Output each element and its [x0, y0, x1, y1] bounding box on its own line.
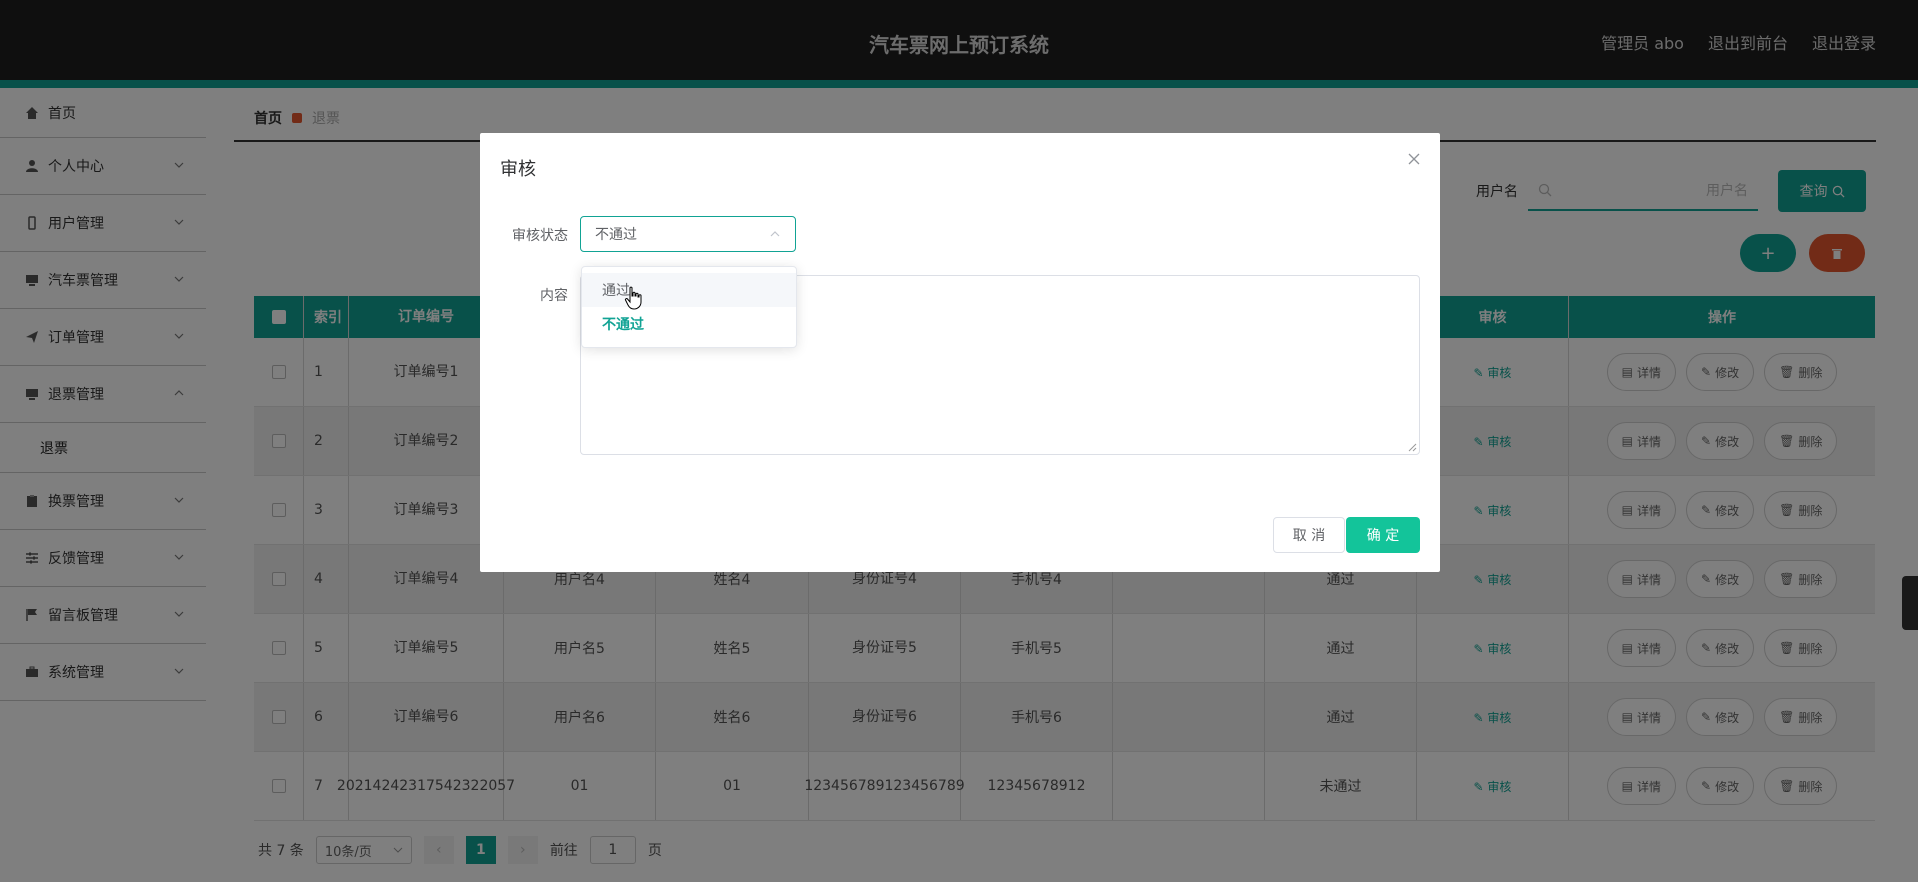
status-select[interactable]: 不通过 [580, 216, 796, 252]
cancel-button[interactable]: 取 消 [1273, 517, 1345, 553]
status-option-fail[interactable]: 不通过 [582, 307, 796, 341]
status-dropdown: 通过 不通过 [581, 266, 797, 348]
confirm-button[interactable]: 确 定 [1346, 517, 1420, 553]
close-icon[interactable] [1406, 151, 1422, 167]
audit-dialog: 审核 审核状态 不通过 内容 通过 不通过 取 消 确 定 [480, 133, 1440, 572]
chevron-up-icon [770, 231, 780, 237]
status-select-value: 不通过 [595, 227, 637, 243]
content-label: 内容 [540, 288, 568, 304]
status-option-pass[interactable]: 通过 [582, 273, 796, 307]
status-label: 审核状态 [512, 228, 568, 244]
dialog-title: 审核 [500, 159, 536, 180]
resize-handle-icon[interactable] [1407, 442, 1417, 452]
hand-cursor-icon [624, 286, 642, 310]
